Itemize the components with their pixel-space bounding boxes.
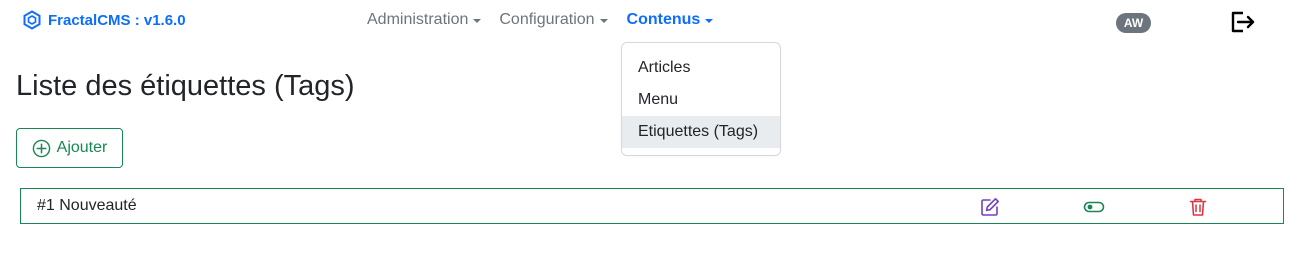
caret-down-icon: [599, 19, 608, 23]
nav-configuration-label: Configuration: [499, 11, 595, 28]
logout-icon[interactable]: [1228, 8, 1256, 36]
nav-contenus-label: Contenus: [626, 11, 701, 28]
nav-administration-label: Administration: [367, 11, 469, 28]
caret-down-icon: [705, 19, 714, 23]
table-row: #1 Nouveauté: [20, 188, 1284, 224]
dropdown-item-menu[interactable]: Menu: [622, 84, 780, 116]
plus-circle-icon: [32, 139, 50, 157]
edit-icon[interactable]: [979, 196, 1001, 218]
toggle-icon[interactable]: [1083, 196, 1105, 218]
fractal-logo-icon: [23, 10, 41, 30]
nav-contenus[interactable]: Contenus: [627, 11, 714, 29]
nav-administration[interactable]: Administration: [367, 11, 482, 29]
contenus-dropdown-menu: Articles Menu Etiquettes (Tags): [621, 42, 781, 156]
add-button[interactable]: Ajouter: [16, 128, 123, 168]
add-button-label: Ajouter: [56, 139, 108, 156]
user-initials: AW: [1123, 16, 1144, 30]
main-nav: Administration Configuration Contenus: [367, 11, 714, 29]
brand-name: FractalCMS : v1.6.0: [48, 11, 186, 29]
dropdown-item-etiquettes[interactable]: Etiquettes (Tags): [622, 116, 780, 148]
nav-configuration[interactable]: Configuration: [499, 11, 608, 29]
delete-icon[interactable]: [1187, 196, 1209, 218]
page-title: Liste des étiquettes (Tags): [16, 70, 355, 102]
brand[interactable]: FractalCMS : v1.6.0: [22, 10, 186, 30]
user-avatar[interactable]: AW: [1116, 13, 1151, 33]
tag-label: #1 Nouveauté: [37, 197, 137, 214]
caret-down-icon: [473, 19, 482, 23]
dropdown-item-articles[interactable]: Articles: [622, 52, 780, 84]
